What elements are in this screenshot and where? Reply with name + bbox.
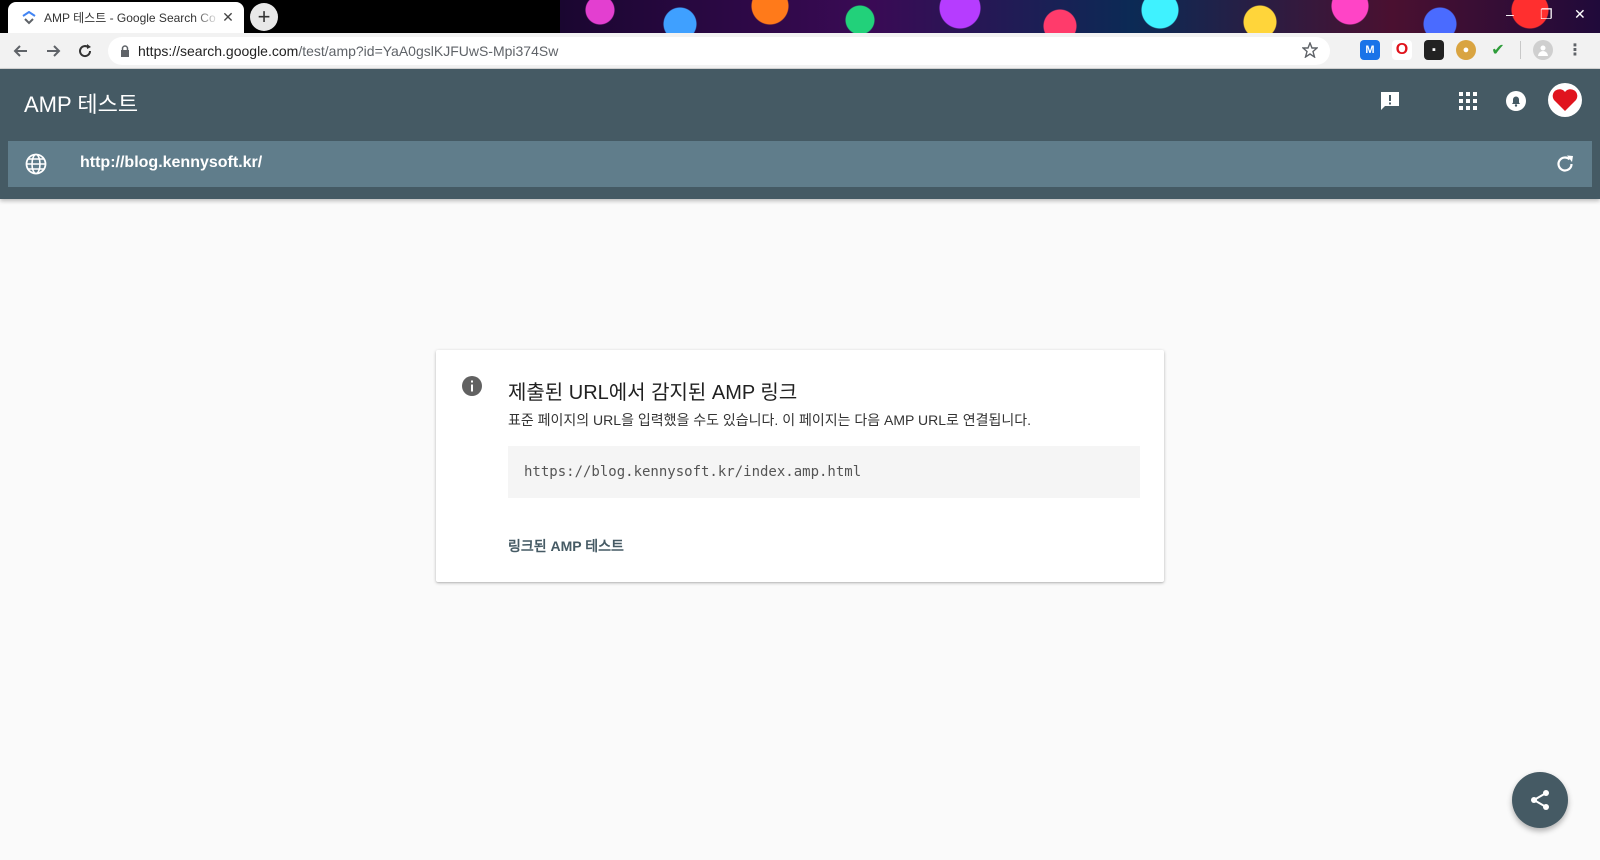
address-path: /test/amp?id=YaA0gslKJFUwS-Mpi374Sw bbox=[298, 43, 559, 59]
share-button[interactable] bbox=[1512, 772, 1568, 828]
tested-url: http://blog.kennysoft.kr/ bbox=[80, 154, 263, 171]
profile-icon[interactable] bbox=[1533, 40, 1553, 60]
reload-icon bbox=[79, 43, 92, 57]
globe-icon bbox=[25, 153, 47, 180]
heart-icon bbox=[1552, 89, 1578, 111]
mailtrack-icon[interactable]: M bbox=[1360, 40, 1380, 60]
back-button[interactable] bbox=[6, 36, 36, 66]
extension-bar: M O ▪ ● ✔ ⋮ bbox=[1360, 40, 1585, 60]
forward-arrow-icon bbox=[47, 44, 61, 57]
search-console-favicon-icon bbox=[22, 10, 36, 25]
new-tab-button[interactable]: + bbox=[250, 3, 278, 31]
tampermonkey-icon[interactable]: ▪ bbox=[1424, 40, 1444, 60]
browser-tabstrip: AMP 테스트 - Google Search Co ✕ + – ❐ ✕ bbox=[0, 0, 1600, 33]
card-description: 표준 페이지의 URL을 입력했을 수도 있습니다. 이 페이지는 다음 AMP… bbox=[508, 412, 1032, 428]
app-header: AMP 테스트 http://blog.kennysoft.kr/ bbox=[0, 69, 1600, 199]
close-window-icon[interactable]: ✕ bbox=[1574, 6, 1586, 23]
amp-url-code: https://blog.kennysoft.kr/index.amp.html bbox=[508, 446, 1140, 498]
lock-icon bbox=[120, 45, 130, 57]
cookie-icon[interactable]: ● bbox=[1456, 40, 1476, 60]
notifications-icon[interactable] bbox=[1502, 87, 1530, 115]
address-bar[interactable]: https://search.google.com /test/amp?id=Y… bbox=[108, 37, 1330, 65]
close-tab-icon[interactable]: ✕ bbox=[220, 9, 236, 26]
restore-window-icon[interactable]: ❐ bbox=[1540, 6, 1553, 23]
theme-background bbox=[560, 0, 1600, 33]
card-title: 제출된 URL에서 감지된 AMP 링크 bbox=[508, 382, 798, 404]
toolbar-divider bbox=[1520, 41, 1521, 59]
share-icon bbox=[1531, 790, 1549, 810]
checkmark-icon[interactable]: ✔ bbox=[1488, 40, 1508, 60]
info-icon bbox=[462, 376, 482, 401]
address-host: https://search.google.com bbox=[138, 43, 299, 59]
chrome-menu-icon[interactable]: ⋮ bbox=[1565, 40, 1585, 60]
test-linked-amp-button[interactable]: 링크된 AMP 테스트 bbox=[508, 536, 624, 556]
tab-title: AMP 테스트 - Google Search Co bbox=[44, 11, 216, 25]
bookmark-star-icon[interactable] bbox=[1301, 41, 1319, 61]
forward-button[interactable] bbox=[38, 36, 68, 66]
tested-url-bar: http://blog.kennysoft.kr/ bbox=[8, 141, 1592, 187]
avatar[interactable] bbox=[1548, 83, 1582, 117]
minimize-window-icon[interactable]: – bbox=[1506, 6, 1514, 22]
retest-refresh-icon[interactable] bbox=[1554, 153, 1576, 180]
feedback-icon[interactable] bbox=[1376, 87, 1404, 115]
back-arrow-icon bbox=[13, 44, 27, 57]
page-title: AMP 테스트 bbox=[24, 92, 139, 117]
opera-icon[interactable]: O bbox=[1392, 40, 1412, 60]
browser-tab-active[interactable]: AMP 테스트 - Google Search Co ✕ bbox=[8, 2, 244, 33]
reload-button[interactable] bbox=[70, 36, 100, 66]
amp-detected-card: 제출된 URL에서 감지된 AMP 링크 표준 페이지의 URL을 입력했을 수… bbox=[436, 350, 1164, 582]
apps-grid-icon[interactable] bbox=[1454, 87, 1482, 115]
browser-toolbar: https://search.google.com /test/amp?id=Y… bbox=[0, 33, 1600, 69]
